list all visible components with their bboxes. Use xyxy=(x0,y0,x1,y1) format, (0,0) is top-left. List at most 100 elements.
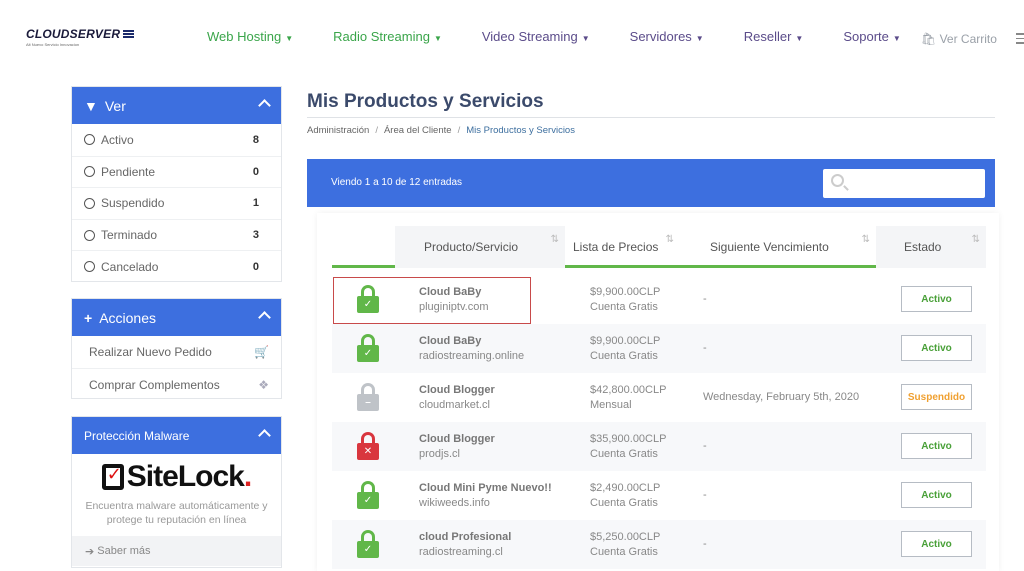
chevron-up-icon[interactable] xyxy=(258,311,271,324)
menu-icon[interactable] xyxy=(1016,33,1024,47)
filter-count: 3 xyxy=(252,229,259,242)
chevron-up-icon[interactable] xyxy=(258,99,271,112)
filter-item-cancelado[interactable]: Cancelado 0 xyxy=(72,250,281,282)
radio-icon[interactable] xyxy=(84,229,95,241)
lock-green-icon: ✓ xyxy=(357,530,379,558)
product-name[interactable]: Cloud Mini Pyme Nuevo!! xyxy=(419,481,552,496)
col-vencimiento[interactable]: Siguiente Vencimiento ⇅ xyxy=(680,226,876,268)
radio-icon[interactable] xyxy=(84,166,95,178)
billing-cycle: Cuenta Gratis xyxy=(590,497,658,509)
next-due-date: Wednesday, February 5th, 2020 xyxy=(703,391,860,403)
breadcrumb-item[interactable]: Área del Cliente xyxy=(384,125,452,136)
product-domain: prodjs.cl xyxy=(419,448,460,460)
next-due-date: - xyxy=(703,538,707,550)
chevron-up-icon[interactable] xyxy=(258,429,271,442)
page-title: Mis Productos y Servicios xyxy=(307,91,544,112)
breadcrumb-item[interactable]: Administración xyxy=(307,125,369,136)
col-precios[interactable]: Lista de Precios ⇅ xyxy=(565,226,680,268)
product-domain: wikiweeds.info xyxy=(419,497,490,509)
sort-icon[interactable]: ⇅ xyxy=(666,234,674,245)
caret-down-icon: ▼ xyxy=(892,34,901,43)
billing-cycle: Cuenta Gratis xyxy=(590,301,658,313)
caret-down-icon: ▼ xyxy=(795,34,804,43)
col-estado[interactable]: Estado ⇅ xyxy=(876,226,986,268)
table-row[interactable]: ✓ Cloud BaBy radiostreaming.online $9,900… xyxy=(332,324,986,373)
sort-icon[interactable]: ⇅ xyxy=(862,234,870,245)
caret-down-icon: ▼ xyxy=(285,34,294,43)
sitelock-description: Encuentra malware automáticamente y prot… xyxy=(85,500,268,526)
products-table: Producto/Servicio ⇅ Lista de Precios ⇅ Sig… xyxy=(317,213,999,571)
lock-green-icon: ✓ xyxy=(357,334,379,362)
product-domain: cloudmarket.cl xyxy=(419,399,490,411)
lock-red-icon: ✕ xyxy=(357,432,379,460)
arrow-right-icon: ➔ xyxy=(85,545,98,558)
nav-video-streaming[interactable]: Video Streaming ▼ xyxy=(482,29,590,44)
sort-icon[interactable]: ⇅ xyxy=(972,234,980,245)
product-name[interactable]: cloud Profesional xyxy=(419,530,511,545)
product-price: $5,250.00CLP xyxy=(590,531,661,543)
new-order-link[interactable]: Realizar Nuevo Pedido 🛒 xyxy=(72,336,281,368)
table-toolbar: Viendo 1 a 10 de 12 entradas xyxy=(307,159,995,207)
plus-icon: + xyxy=(84,309,93,326)
status-badge: Activo xyxy=(901,433,972,459)
next-due-date: - xyxy=(703,293,707,305)
product-name[interactable]: Cloud BaBy xyxy=(419,334,524,349)
filter-count: 0 xyxy=(252,165,259,178)
actions-panel-header[interactable]: + Acciones xyxy=(72,299,281,336)
nav-servidores[interactable]: Servidores ▼ xyxy=(630,29,704,44)
filter-item-pendiente[interactable]: Pendiente 0 xyxy=(72,155,281,188)
cart-icon: 🛍 xyxy=(921,32,937,46)
filter-panel-header[interactable]: ▼ Ver xyxy=(72,87,281,124)
brand-tagline: Alt Nuevo Servicio Innovacion xyxy=(26,42,80,47)
caret-down-icon: ▼ xyxy=(433,34,442,43)
breadcrumb: Administración / Área del Cliente / Mis Prod… xyxy=(307,125,575,136)
product-price: $9,900.00CLP xyxy=(590,335,661,347)
divider xyxy=(307,117,995,118)
billing-cycle: Cuenta Gratis xyxy=(590,546,658,558)
table-row[interactable]: ✕ Cloud Blogger prodjs.cl $35,900.00CLP Cu… xyxy=(332,422,986,471)
sort-icon[interactable]: ⇅ xyxy=(551,234,559,245)
billing-cycle: Cuenta Gratis xyxy=(590,448,658,460)
sitelock-logo[interactable]: SiteLock. xyxy=(101,460,252,494)
caret-down-icon: ▼ xyxy=(581,34,590,43)
highlight-box xyxy=(333,277,531,324)
billing-cycle: Cuenta Gratis xyxy=(590,350,658,362)
table-row[interactable]: ✓ Cloud Mini Pyme Nuevo!! wikiweeds.info … xyxy=(332,471,986,520)
nav-reseller[interactable]: Reseller ▼ xyxy=(744,29,804,44)
radio-icon[interactable] xyxy=(84,197,95,209)
view-cart-link[interactable]: 🛍 Ver Carrito xyxy=(921,32,997,46)
radio-icon[interactable] xyxy=(84,261,95,273)
nav-soporte[interactable]: Soporte ▼ xyxy=(843,29,900,44)
search-icon xyxy=(831,174,844,187)
filter-item-suspendido[interactable]: Suspendido 1 xyxy=(72,187,281,219)
product-name[interactable]: Cloud Blogger xyxy=(419,383,495,398)
filter-item-activo[interactable]: Activo 8 xyxy=(72,124,281,156)
page: CLOUDSERVER Alt Nuevo Servicio Innovacio… xyxy=(0,0,1024,571)
table-row[interactable]: ✓ cloud Profesional radiostreaming.cl $5,… xyxy=(332,520,986,569)
status-badge: Activo xyxy=(901,482,972,508)
learn-more-link[interactable]: ➔ Saber más xyxy=(72,536,281,566)
search-input[interactable] xyxy=(823,169,985,198)
billing-cycle: Mensual xyxy=(590,399,632,411)
product-name[interactable]: Cloud Blogger xyxy=(419,432,495,447)
lock-icon xyxy=(101,464,124,490)
col-producto[interactable]: Producto/Servicio ⇅ xyxy=(395,226,565,268)
filter-count: 8 xyxy=(252,133,259,146)
product-price: $42,800.00CLP xyxy=(590,384,667,396)
next-due-date: - xyxy=(703,489,707,501)
top-navbar: CLOUDSERVER Alt Nuevo Servicio Innovacio… xyxy=(0,0,1024,72)
nav-radio-streaming[interactable]: Radio Streaming ▼ xyxy=(333,29,442,44)
sitelock-promo: SiteLock. Encuentra malware automáticame… xyxy=(72,454,281,527)
cart-icon: 🛒 xyxy=(254,345,269,359)
filter-item-terminado[interactable]: Terminado 3 xyxy=(72,218,281,251)
product-domain: radiostreaming.cl xyxy=(419,546,503,558)
nav-web-hosting[interactable]: Web Hosting ▼ xyxy=(207,29,293,44)
malware-panel-header[interactable]: Protección Malware xyxy=(72,417,281,454)
lock-grey-icon: – xyxy=(357,383,379,411)
logo[interactable]: CLOUDSERVER Alt Nuevo Servicio Innovacio… xyxy=(26,27,135,47)
table-row[interactable]: – Cloud Blogger cloudmarket.cl $42,800.00… xyxy=(332,373,986,422)
product-price: $2,490.00CLP xyxy=(590,482,661,494)
lock-green-icon: ✓ xyxy=(357,481,379,509)
radio-icon[interactable] xyxy=(84,134,95,146)
buy-addons-link[interactable]: Comprar Complementos ❖ xyxy=(72,368,281,400)
